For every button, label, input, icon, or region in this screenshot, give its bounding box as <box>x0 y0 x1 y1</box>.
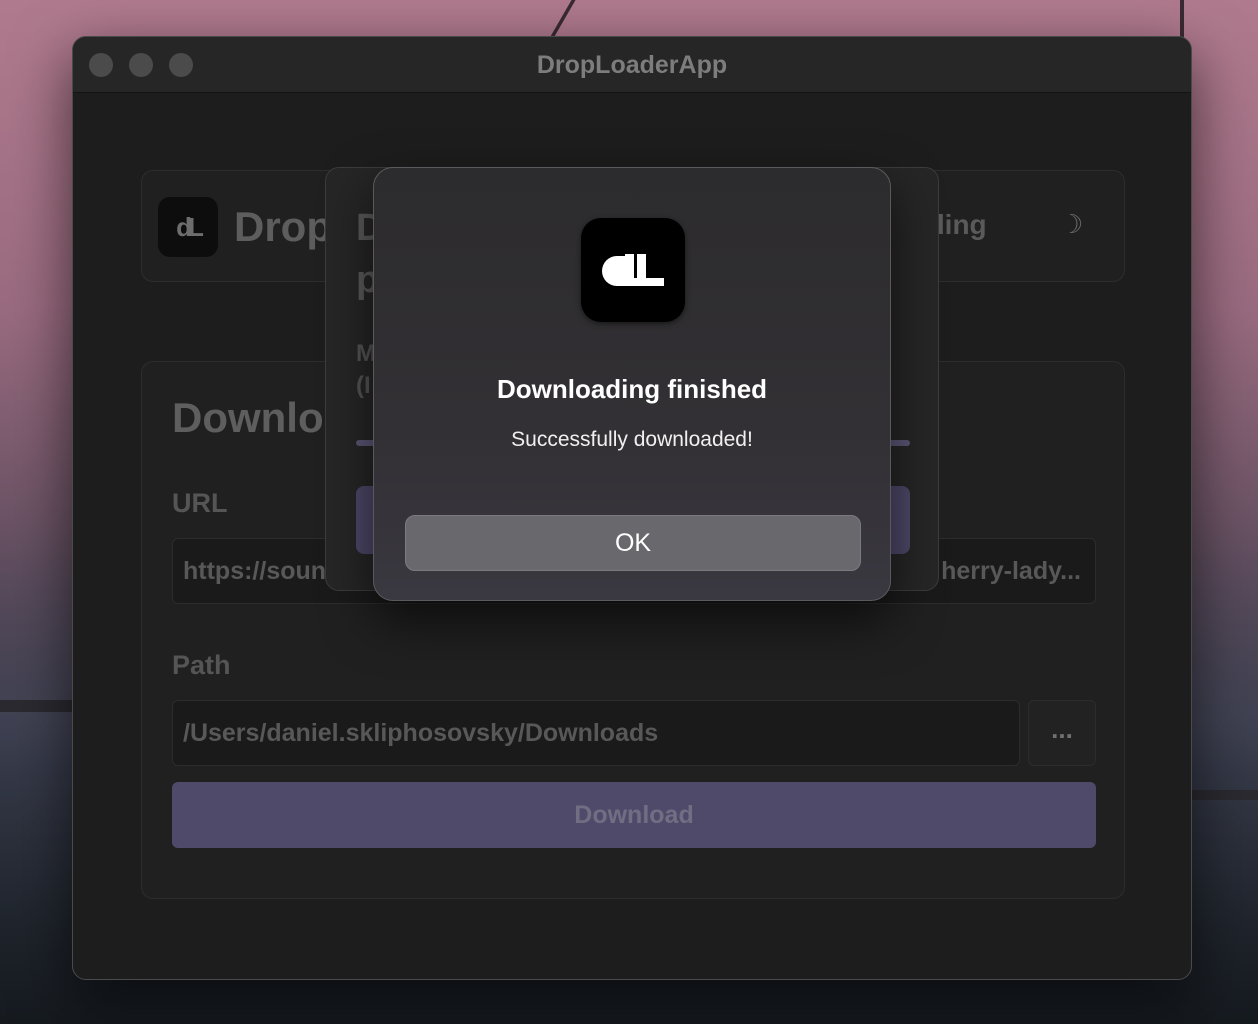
ok-button[interactable]: OK <box>405 515 861 571</box>
url-value-start: https://soun <box>183 557 327 585</box>
bridge-tower <box>1180 0 1184 40</box>
bridge-cable <box>548 0 576 40</box>
bridge-deck-left <box>0 700 72 712</box>
url-label: URL <box>172 488 228 518</box>
window-title: DropLoaderApp <box>536 51 728 79</box>
alert-message: Successfully downloaded! <box>511 428 753 451</box>
app-logo-icon: dL <box>158 197 218 257</box>
alert-title: Downloading finished <box>496 374 768 404</box>
bridge-deck-right <box>1192 790 1258 800</box>
path-input[interactable]: /Users/daniel.skliphosovsky/Downloads <box>172 700 1020 766</box>
app-logo-svg <box>602 254 664 286</box>
path-label: Path <box>172 650 231 680</box>
browse-button[interactable]: ... <box>1028 700 1096 766</box>
section-title: Downlo <box>172 394 324 441</box>
moon-icon[interactable]: ☽ <box>1060 209 1083 240</box>
url-value-end: herry-lady... <box>941 557 1081 585</box>
app-name: Drop <box>234 203 332 250</box>
title-bar: DropLoaderApp <box>73 37 1191 93</box>
droploader-app-icon <box>581 218 685 322</box>
download-button[interactable]: Download <box>172 782 1096 848</box>
alert-dialog: Downloading finished Successfully downlo… <box>373 167 891 601</box>
